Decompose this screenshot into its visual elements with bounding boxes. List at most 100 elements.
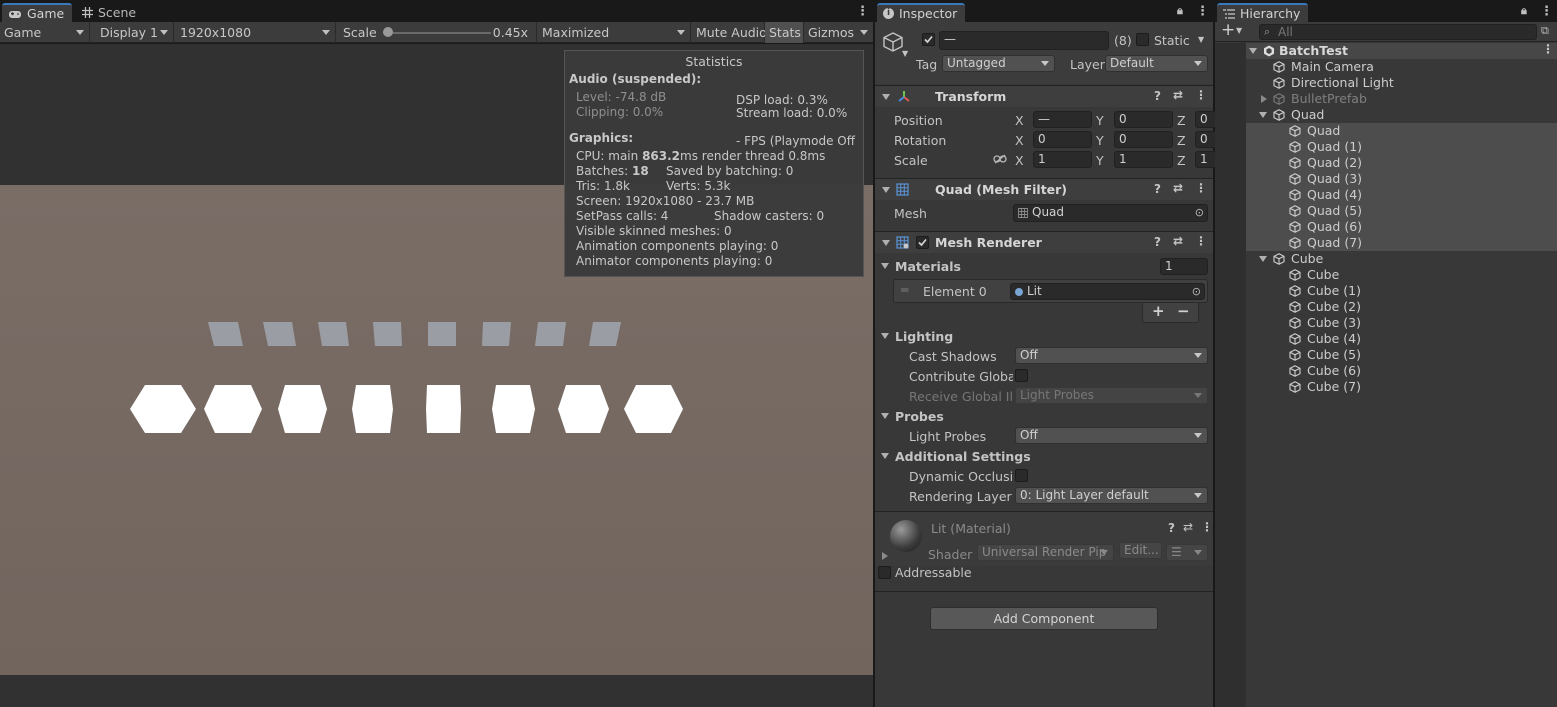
transform-header[interactable]: Transform ? ⇄ ⋮	[875, 85, 1213, 107]
drag-handle-icon[interactable]: ═	[901, 283, 908, 297]
shader-dropdown[interactable]: Universal Render Pip	[977, 544, 1114, 561]
additional-settings-foldout-icon[interactable]	[881, 453, 889, 459]
materials-foldout-icon[interactable]	[881, 263, 889, 269]
lock-icon[interactable]: 🔒︎	[1521, 4, 1527, 18]
light-probes-dropdown[interactable]: Off	[1015, 427, 1208, 444]
component-menu-icon[interactable]: ⋮	[1195, 88, 1207, 102]
help-icon[interactable]: ?	[1154, 235, 1161, 249]
material-foldout-icon[interactable]	[882, 552, 888, 560]
lock-icon[interactable]: 🔒︎	[1177, 4, 1183, 18]
hierarchy-item[interactable]: Cube (1)	[1246, 283, 1557, 299]
object-name-field[interactable]: —	[939, 31, 1109, 50]
rotation-y-field[interactable]: 0	[1114, 131, 1173, 148]
help-icon[interactable]: ?	[1154, 89, 1161, 103]
hierarchy-item[interactable]: Main Camera	[1246, 59, 1557, 75]
material-object-field[interactable]: Lit ⊙	[1010, 283, 1205, 300]
hierarchy-search-input[interactable]: ⌕ All	[1259, 24, 1537, 40]
hierarchy-item[interactable]: Quad (3)	[1246, 171, 1557, 187]
tab-scene[interactable]: Scene	[76, 3, 144, 22]
display-dropdown[interactable]: Display 1	[96, 22, 174, 43]
mesh-renderer-header[interactable]: Mesh Renderer ? ⇄ ⋮	[875, 231, 1213, 253]
hierarchy-item[interactable]: Quad (2)	[1246, 155, 1557, 171]
scale-x-field[interactable]: 1	[1033, 151, 1092, 168]
dynamic-occlusion-checkbox[interactable]	[1015, 469, 1028, 482]
tab-inspector[interactable]: i Inspector	[877, 3, 966, 22]
addressable-checkbox[interactable]	[878, 566, 891, 579]
mesh-filter-header[interactable]: Quad (Mesh Filter) ? ⇄ ⋮	[875, 178, 1213, 200]
scale-link-icon[interactable]	[993, 154, 1007, 164]
create-button[interactable]: +	[1221, 20, 1235, 40]
hierarchy-item[interactable]: BulletPrefab	[1246, 91, 1557, 107]
cast-shadows-dropdown[interactable]: Off	[1015, 347, 1208, 364]
lighting-foldout-icon[interactable]	[881, 333, 889, 339]
active-checkbox[interactable]	[922, 33, 935, 46]
foldout-arrow-icon[interactable]	[1249, 48, 1257, 54]
maximize-dropdown[interactable]: Maximized	[538, 22, 691, 43]
foldout-arrow-icon[interactable]	[1259, 256, 1267, 262]
hierarchy-item[interactable]: Quad (6)	[1246, 219, 1557, 235]
position-y-field[interactable]: 0	[1114, 111, 1173, 128]
static-checkbox[interactable]	[1136, 33, 1149, 46]
hierarchy-item[interactable]: Cube (2)	[1246, 299, 1557, 315]
hierarchy-item[interactable]: Cube (7)	[1246, 379, 1557, 395]
remove-element-button[interactable]: −	[1177, 302, 1190, 320]
component-menu-icon[interactable]: ⋮	[1195, 234, 1207, 248]
gizmos-dropdown[interactable]: Gizmos	[804, 22, 873, 43]
shader-options-button[interactable]: ☰	[1166, 544, 1208, 561]
probes-foldout-icon[interactable]	[881, 413, 889, 419]
hierarchy-item[interactable]: Cube (4)	[1246, 331, 1557, 347]
help-icon[interactable]: ?	[1154, 182, 1161, 196]
tab-game[interactable]: Game	[2, 3, 73, 22]
scene-menu-icon[interactable]: ⋮	[1542, 42, 1554, 56]
object-picker-icon[interactable]: ⊙	[1195, 205, 1204, 220]
add-element-button[interactable]: +	[1152, 302, 1165, 320]
more-options-icon[interactable]: ⋮	[856, 4, 869, 19]
more-options-icon[interactable]: ⋮	[1540, 4, 1553, 19]
stats-button[interactable]: Stats	[765, 22, 804, 43]
position-x-field[interactable]: —	[1033, 111, 1092, 128]
hierarchy-item[interactable]: Cube	[1246, 251, 1557, 267]
preset-icon[interactable]: ⇄	[1183, 520, 1193, 534]
tag-dropdown[interactable]: Untagged	[942, 55, 1055, 72]
hierarchy-item[interactable]: Quad (4)	[1246, 187, 1557, 203]
foldout-arrow-icon[interactable]	[1259, 112, 1267, 118]
foldout-arrow-icon[interactable]	[882, 187, 890, 193]
rendering-layer-dropdown[interactable]: 0: Light Layer default	[1015, 487, 1208, 504]
contribute-gi-checkbox[interactable]	[1015, 369, 1028, 382]
hierarchy-item[interactable]: Quad	[1246, 123, 1557, 139]
hierarchy-item[interactable]: Cube	[1246, 267, 1557, 283]
resolution-dropdown[interactable]: 1920x1080	[176, 22, 336, 43]
foldout-arrow-icon[interactable]	[882, 94, 890, 100]
hierarchy-item[interactable]: Quad (5)	[1246, 203, 1557, 219]
more-options-icon[interactable]: ⋮	[1196, 4, 1209, 19]
component-menu-icon[interactable]: ⋮	[1195, 181, 1207, 195]
scale-slider-track[interactable]	[383, 32, 491, 34]
mesh-renderer-enabled-checkbox[interactable]	[916, 236, 929, 249]
mesh-object-field[interactable]: Quad ⊙	[1013, 204, 1208, 222]
hierarchy-item[interactable]: Cube (3)	[1246, 315, 1557, 331]
game-mode-dropdown[interactable]: Game	[0, 22, 90, 43]
preset-icon[interactable]: ⇄	[1173, 234, 1183, 248]
hierarchy-item[interactable]: Cube (6)	[1246, 363, 1557, 379]
scale-slider-thumb[interactable]	[383, 27, 394, 37]
mute-audio-button[interactable]: Mute Audio	[692, 22, 767, 43]
preset-icon[interactable]: ⇄	[1173, 181, 1183, 195]
scene-visibility-icon[interactable]: ⧉	[1541, 24, 1549, 38]
materials-count-field[interactable]: 1	[1160, 258, 1208, 275]
scale-y-field[interactable]: 1	[1114, 151, 1173, 168]
chevron-down-icon[interactable]: ▼	[1198, 35, 1204, 44]
layer-dropdown[interactable]: Default	[1105, 55, 1208, 72]
scene-header-row[interactable]: BatchTest ⋮	[1246, 42, 1557, 59]
hierarchy-item[interactable]: Cube (5)	[1246, 347, 1557, 363]
chevron-down-icon[interactable]: ▼	[1236, 26, 1242, 35]
component-menu-icon[interactable]: ⋮	[1201, 520, 1213, 534]
rotation-x-field[interactable]: 0	[1033, 131, 1092, 148]
add-component-button[interactable]: Add Component	[930, 607, 1158, 630]
hierarchy-item[interactable]: Quad (7)	[1246, 235, 1557, 251]
foldout-arrow-icon[interactable]	[1261, 95, 1267, 103]
foldout-arrow-icon[interactable]	[882, 240, 890, 246]
shader-edit-button[interactable]: Edit...	[1119, 542, 1162, 559]
object-picker-icon[interactable]: ⊙	[1192, 284, 1201, 299]
help-icon[interactable]: ?	[1168, 521, 1175, 535]
hierarchy-item[interactable]: Quad	[1246, 107, 1557, 123]
